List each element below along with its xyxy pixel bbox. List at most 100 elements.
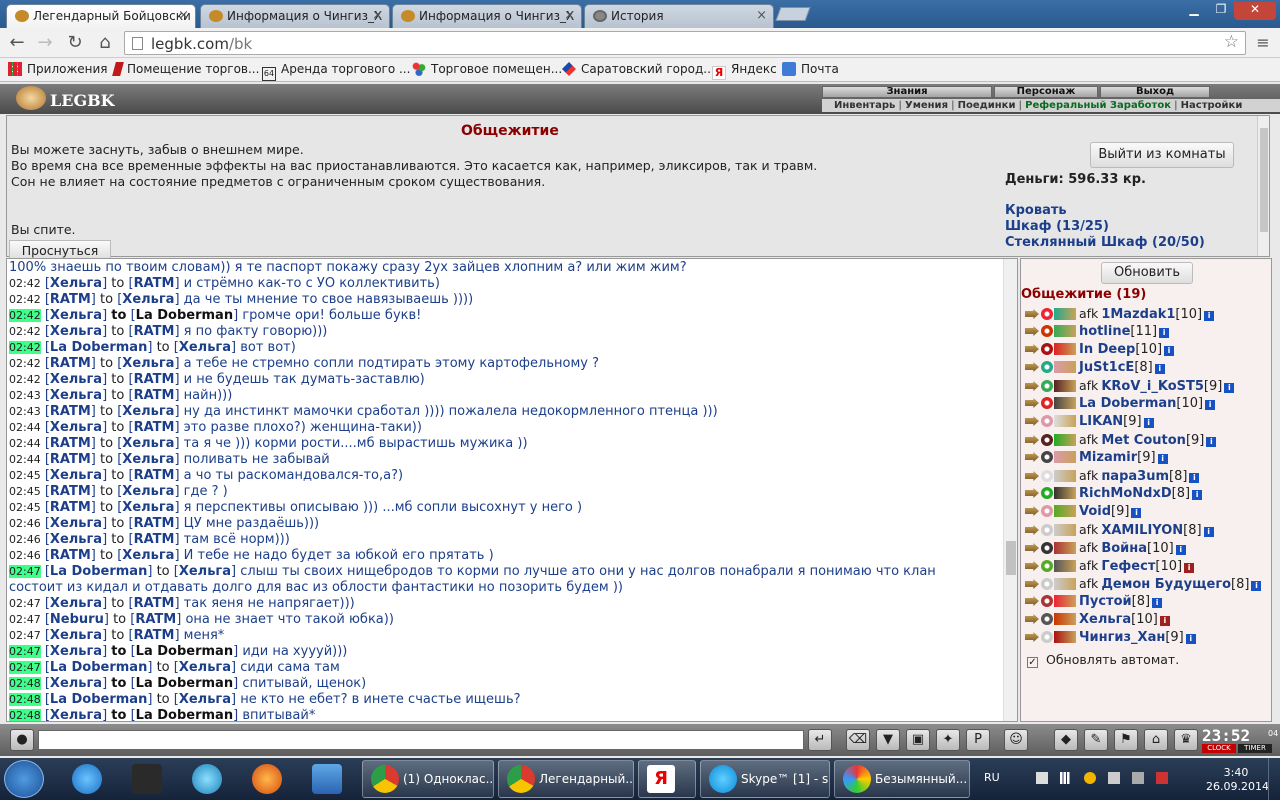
private-message-arrow-icon[interactable] xyxy=(1025,488,1039,498)
clan-emblem-icon[interactable] xyxy=(1054,325,1076,337)
private-message-arrow-icon[interactable] xyxy=(1025,326,1039,336)
private-message-arrow-icon[interactable] xyxy=(1025,506,1039,516)
auto-refresh-checkbox[interactable]: ✓ Обновлять автомат. xyxy=(1027,652,1179,668)
clan-emblem-icon[interactable] xyxy=(1054,434,1076,446)
user-info-icon[interactable]: i xyxy=(1157,454,1168,464)
chat-sender[interactable]: Хельга xyxy=(50,468,102,483)
chat-recipient[interactable]: RATM xyxy=(134,532,175,547)
chat-recipient[interactable]: RATM xyxy=(134,468,175,483)
chat-sender[interactable]: Хельга xyxy=(50,308,102,323)
subnav-settings[interactable]: Настройки xyxy=(1181,100,1243,111)
user-info-icon[interactable]: i xyxy=(1192,490,1203,500)
chat-sender[interactable]: RATM xyxy=(50,356,91,371)
private-message-arrow-icon[interactable] xyxy=(1025,398,1039,408)
scrollbar-thumb[interactable] xyxy=(1260,128,1268,232)
taskbar-pin-firefox[interactable] xyxy=(240,762,292,796)
taskbar-pin-player[interactable] xyxy=(180,762,232,796)
menu-icon[interactable]: ≡ xyxy=(1252,32,1274,54)
clan-emblem-icon[interactable] xyxy=(1054,595,1076,607)
taskbar-task-2[interactable]: Легендарный... xyxy=(498,760,634,798)
filter-icon[interactable]: ▼ xyxy=(876,729,900,751)
chat-sender[interactable]: La Doberman xyxy=(50,340,147,355)
user-info-icon[interactable]: i xyxy=(1189,473,1200,483)
clock-label[interactable]: CLOCK xyxy=(1202,744,1236,753)
furniture-wardrobe[interactable]: Шкаф (13/25) xyxy=(1005,219,1109,234)
chat-recipient[interactable]: RATM xyxy=(134,372,175,387)
chat-recipient[interactable]: Хельга xyxy=(122,484,174,499)
user-name[interactable]: JuSt1cE xyxy=(1079,360,1134,375)
private-message-arrow-icon[interactable] xyxy=(1025,579,1039,589)
private-message-arrow-icon[interactable] xyxy=(1025,344,1039,354)
start-button[interactable] xyxy=(4,760,44,798)
user-name[interactable]: пара3um xyxy=(1101,469,1169,484)
taskbar-pin-ie[interactable] xyxy=(60,762,112,796)
chat-recipient[interactable]: RATM xyxy=(134,596,175,611)
chat-recipient[interactable]: RATM xyxy=(135,612,176,627)
user-name[interactable]: Демон Будущего xyxy=(1101,577,1231,592)
user-name[interactable]: La Doberman xyxy=(1079,396,1176,411)
user-info-icon[interactable]: i xyxy=(1203,527,1214,537)
reload-icon[interactable]: ↻ xyxy=(64,32,86,54)
running-man-icon[interactable]: ✦ xyxy=(936,729,960,751)
minimize-button[interactable]: ▁ xyxy=(1180,2,1208,20)
system-clock[interactable]: 3:40 26.09.2014 xyxy=(1206,766,1269,794)
address-bar[interactable]: legbk.com/bk ☆ xyxy=(124,31,1246,55)
subnav-inventory[interactable]: Инвентарь xyxy=(834,100,895,111)
wake-up-button[interactable]: Проснуться xyxy=(9,240,111,258)
chat-recipient[interactable]: Хельга xyxy=(179,660,231,675)
tray-badge-icon[interactable] xyxy=(1084,772,1096,784)
bookmark-6[interactable]: Я Яндекс xyxy=(712,62,777,80)
chat-recipient[interactable]: La Doberman xyxy=(136,708,233,721)
chat-sender[interactable]: Хельга xyxy=(50,516,102,531)
clan-emblem-icon[interactable] xyxy=(1054,451,1076,463)
chat-recipient[interactable]: Хельга xyxy=(122,356,174,371)
user-name[interactable]: Хельга xyxy=(1079,612,1131,627)
user-name[interactable]: Чингиз_Хан xyxy=(1079,630,1165,645)
chat-recipient[interactable]: Хельга xyxy=(122,404,174,419)
user-name[interactable]: Met Couton xyxy=(1101,433,1186,448)
taskbar-task-4[interactable]: Skype™ [1] - s... xyxy=(700,760,830,798)
user-name[interactable]: Mizamir xyxy=(1079,450,1137,465)
chat-recipient[interactable]: RATM xyxy=(134,388,175,403)
chat-sender[interactable]: Хельга xyxy=(50,628,102,643)
eraser-icon[interactable]: ⌫ xyxy=(846,729,870,751)
user-info-icon[interactable]: i xyxy=(1159,328,1170,338)
user-info-icon[interactable]: i xyxy=(1175,545,1186,555)
chat-recipient[interactable]: La Doberman xyxy=(136,676,233,691)
close-icon[interactable]: × xyxy=(564,8,575,23)
nav-personazh[interactable]: Персонаж xyxy=(994,86,1098,98)
chat-sender[interactable]: RATM xyxy=(50,404,91,419)
private-message-arrow-icon[interactable] xyxy=(1025,362,1039,372)
chat-recipient[interactable]: Хельга xyxy=(179,340,231,355)
chat-recipient[interactable]: Хельга xyxy=(179,564,231,579)
save-icon[interactable]: ▣ xyxy=(906,729,930,751)
bookmark-apps[interactable]: Приложения xyxy=(8,62,108,76)
clan-emblem-icon[interactable] xyxy=(1054,380,1076,392)
chat-recipient[interactable]: Хельга xyxy=(179,692,231,707)
clan-emblem-icon[interactable] xyxy=(1054,613,1076,625)
chat-recipient[interactable]: Хельга xyxy=(122,452,174,467)
chat-sender[interactable]: RATM xyxy=(50,500,91,515)
private-message-arrow-icon[interactable] xyxy=(1025,381,1039,391)
chat-recipient[interactable]: RATM xyxy=(134,628,175,643)
user-info-icon[interactable]: i xyxy=(1131,508,1142,518)
chat-recipient[interactable]: RATM xyxy=(134,516,175,531)
room-scrollbar[interactable] xyxy=(1257,116,1269,256)
taskbar-pin-volume[interactable] xyxy=(300,762,352,796)
private-message-arrow-icon[interactable] xyxy=(1025,471,1039,481)
subnav-referral[interactable]: Реферальный Заработок xyxy=(1025,100,1171,111)
close-icon[interactable]: × xyxy=(178,8,189,23)
scrollbar-thumb[interactable] xyxy=(1006,541,1016,575)
chat-recipient[interactable]: La Doberman xyxy=(136,308,233,323)
close-icon[interactable]: × xyxy=(372,8,383,23)
chat-recipient[interactable]: La Doberman xyxy=(136,644,233,659)
bookmark-2[interactable]: Помещение торгов... xyxy=(112,62,259,76)
language-indicator[interactable]: RU xyxy=(984,771,1000,784)
chat-recipient[interactable]: Хельга xyxy=(122,548,174,563)
user-info-icon[interactable]: i xyxy=(1152,598,1163,608)
taskbar-task-3[interactable]: Я xyxy=(638,760,696,798)
user-info-icon[interactable]: i xyxy=(1159,616,1170,626)
user-info-icon[interactable]: i xyxy=(1224,383,1235,393)
user-info-icon[interactable]: i xyxy=(1206,437,1217,447)
subnav-fights[interactable]: Поединки xyxy=(958,100,1016,111)
